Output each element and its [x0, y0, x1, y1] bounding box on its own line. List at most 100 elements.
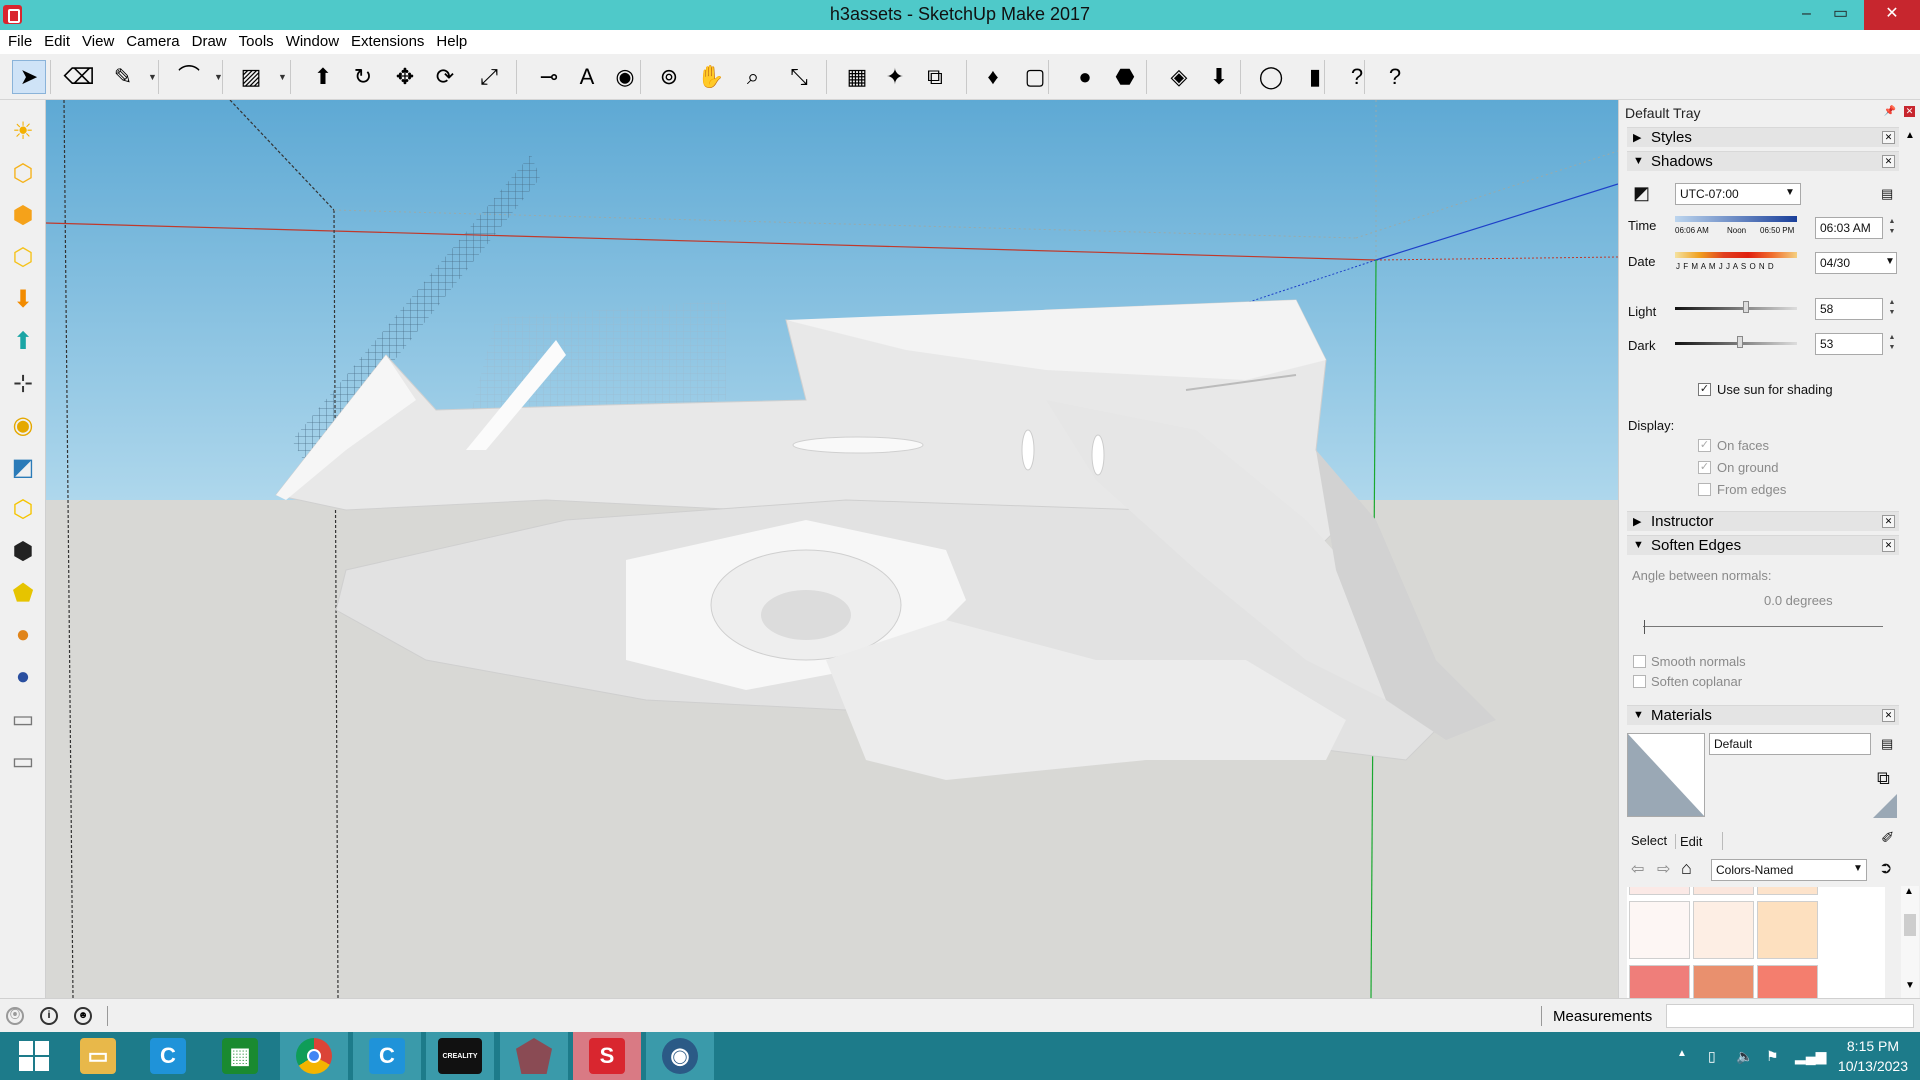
volume-icon[interactable]: 🔈	[1736, 1048, 1753, 1065]
blender-app[interactable]: ◉	[646, 1032, 714, 1080]
details-toggle-icon[interactable]: ▤	[1881, 736, 1893, 752]
down-arrow-icon[interactable]: ⬇	[6, 282, 40, 316]
menu-draw[interactable]: Draw	[186, 30, 233, 54]
maximize-button[interactable]: ▭	[1818, 0, 1863, 30]
material-swatch[interactable]	[1693, 965, 1754, 998]
light-slider-thumb[interactable]	[1742, 301, 1749, 313]
zoom-extents-icon[interactable]: ⤡	[782, 60, 816, 94]
network-icon[interactable]: ▂▄▆	[1795, 1048, 1826, 1065]
eraser-icon[interactable]: ⌫	[62, 60, 96, 94]
library-select[interactable]: Colors-Named	[1711, 859, 1867, 881]
material-swatch[interactable]	[1629, 965, 1690, 998]
forward-arrow-icon[interactable]: ⇨	[1657, 859, 1670, 879]
scene-canvas[interactable]	[46, 100, 1618, 998]
arc-icon[interactable]: ⌒	[172, 60, 206, 94]
warehouse-icon[interactable]: ▦	[840, 60, 874, 94]
date-slider[interactable]	[1675, 252, 1797, 258]
show-hidden-icons[interactable]: ▲	[1677, 1048, 1687, 1059]
flag-icon[interactable]: ⚑	[1766, 1048, 1779, 1065]
modeling-viewport[interactable]	[46, 100, 1618, 998]
material-swatch[interactable]	[1757, 965, 1818, 998]
tray-scroll-down-icon[interactable]: ▼	[1905, 980, 1915, 991]
up-arrow-icon[interactable]: ⬆	[6, 324, 40, 358]
user-icon[interactable]: ☻	[74, 1007, 92, 1025]
material-swatch[interactable]	[1757, 887, 1818, 895]
add-location-icon[interactable]: ●	[1068, 60, 1102, 94]
material-swatch[interactable]	[1693, 887, 1754, 895]
hex-black-icon[interactable]: ⬢	[6, 534, 40, 568]
dropdown-arrow-icon[interactable]: ▼	[214, 72, 224, 82]
hex-outline-icon[interactable]: ⬡	[6, 492, 40, 526]
photo-textures-icon[interactable]: ⬇	[1202, 60, 1236, 94]
tray-close-button[interactable]: ✕	[1904, 106, 1915, 117]
materials-edit-tab[interactable]: Edit	[1675, 834, 1702, 849]
move-icon[interactable]: ✥	[388, 60, 422, 94]
section-close-icon[interactable]: ✕	[1882, 709, 1895, 722]
scroll-up-icon[interactable]: ▲	[1904, 886, 1914, 897]
preview-icon[interactable]: ▮	[1298, 60, 1332, 94]
menu-tools[interactable]: Tools	[233, 30, 280, 54]
light-slider[interactable]	[1675, 307, 1797, 310]
section-shadows[interactable]: ▼ Shadows ✕	[1627, 151, 1899, 171]
timezone-select[interactable]: UTC-07:00	[1675, 183, 1801, 205]
geolocation-icon[interactable]: ⦿	[6, 1007, 24, 1025]
material-swatch[interactable]	[1629, 901, 1690, 959]
dark-spinner[interactable]: ▲ ▼	[1885, 333, 1899, 355]
sketchup-app[interactable]: S	[573, 1032, 641, 1080]
menu-window[interactable]: Window	[280, 30, 345, 54]
extension-warehouse-icon[interactable]: ✦	[878, 60, 912, 94]
section-icon[interactable]: ◩	[6, 450, 40, 484]
rotate-icon[interactable]: ⟳	[428, 60, 462, 94]
share-model-icon[interactable]: ◯	[1254, 60, 1288, 94]
section-materials[interactable]: ▼ Materials ✕	[1627, 705, 1899, 725]
ruby-icon[interactable]: ♦	[976, 60, 1010, 94]
section-close-icon[interactable]: ✕	[1882, 539, 1895, 552]
menu-help[interactable]: Help	[430, 30, 473, 54]
on-faces-checkbox[interactable]: ✓	[1698, 439, 1711, 452]
shield-icon[interactable]: ⬟	[6, 576, 40, 610]
pencil-icon[interactable]: ✎	[106, 60, 140, 94]
tablet-icon[interactable]: ▯	[1708, 1048, 1716, 1065]
measurements-input[interactable]	[1666, 1004, 1914, 1028]
select-icon[interactable]: ➤	[12, 60, 46, 94]
light-spinner[interactable]: ▲ ▼	[1885, 298, 1899, 320]
help-icon[interactable]: ?	[1378, 60, 1412, 94]
section-close-icon[interactable]: ✕	[1882, 515, 1895, 528]
axes-icon[interactable]: ⊹	[6, 366, 40, 400]
zoom-icon[interactable]: ⌕	[736, 60, 770, 94]
time-spinner[interactable]: ▲ ▼	[1885, 217, 1899, 239]
file-explorer-app[interactable]: ▭	[64, 1032, 132, 1080]
section-styles[interactable]: ▶ Styles ✕	[1627, 127, 1899, 147]
sandbox-icon[interactable]: ◈	[1162, 60, 1196, 94]
paint-bucket-icon[interactable]: ◉	[608, 60, 642, 94]
pin-icon[interactable]: 📌	[1884, 106, 1896, 117]
menu-camera[interactable]: Camera	[120, 30, 185, 54]
tray-scroll-up-icon[interactable]: ▲	[1905, 130, 1915, 141]
toggle-terrain-icon[interactable]: ⬣	[1108, 60, 1142, 94]
orbit-icon[interactable]: ⊚	[652, 60, 686, 94]
cura-app[interactable]: C	[134, 1032, 202, 1080]
material-swatch[interactable]	[1757, 901, 1818, 959]
tape-measure-icon[interactable]: ⊸	[532, 60, 566, 94]
calculator-app[interactable]: ▦	[206, 1032, 274, 1080]
pin-icon[interactable]: ◉	[6, 408, 40, 442]
sun-icon[interactable]: ☀	[6, 114, 40, 148]
menu-edit[interactable]: Edit	[38, 30, 76, 54]
section-close-icon[interactable]: ✕	[1882, 131, 1895, 144]
section-instructor[interactable]: ▶ Instructor ✕	[1627, 511, 1899, 531]
create-material-icon[interactable]: ⧉	[1877, 768, 1890, 789]
creality-app[interactable]: CREALITY	[426, 1032, 494, 1080]
component-icon[interactable]: ▢	[1018, 60, 1052, 94]
scale-icon[interactable]: ⤢	[472, 60, 506, 94]
menu-extensions[interactable]: Extensions	[345, 30, 430, 54]
from-edges-checkbox[interactable]	[1698, 483, 1711, 496]
angle-slider-thumb[interactable]	[1644, 620, 1645, 634]
time-slider[interactable]	[1675, 216, 1797, 222]
eraser-small-icon[interactable]: ▭	[6, 702, 40, 736]
start-button[interactable]	[0, 1032, 68, 1080]
library-dropdown-icon[interactable]: ▼	[1853, 863, 1863, 874]
details-arrow-icon[interactable]: ➲	[1879, 858, 1892, 878]
pan-icon[interactable]: ✋	[694, 60, 728, 94]
time-input[interactable]: 06:03 AM	[1815, 217, 1883, 239]
info-icon[interactable]: i	[40, 1007, 58, 1025]
